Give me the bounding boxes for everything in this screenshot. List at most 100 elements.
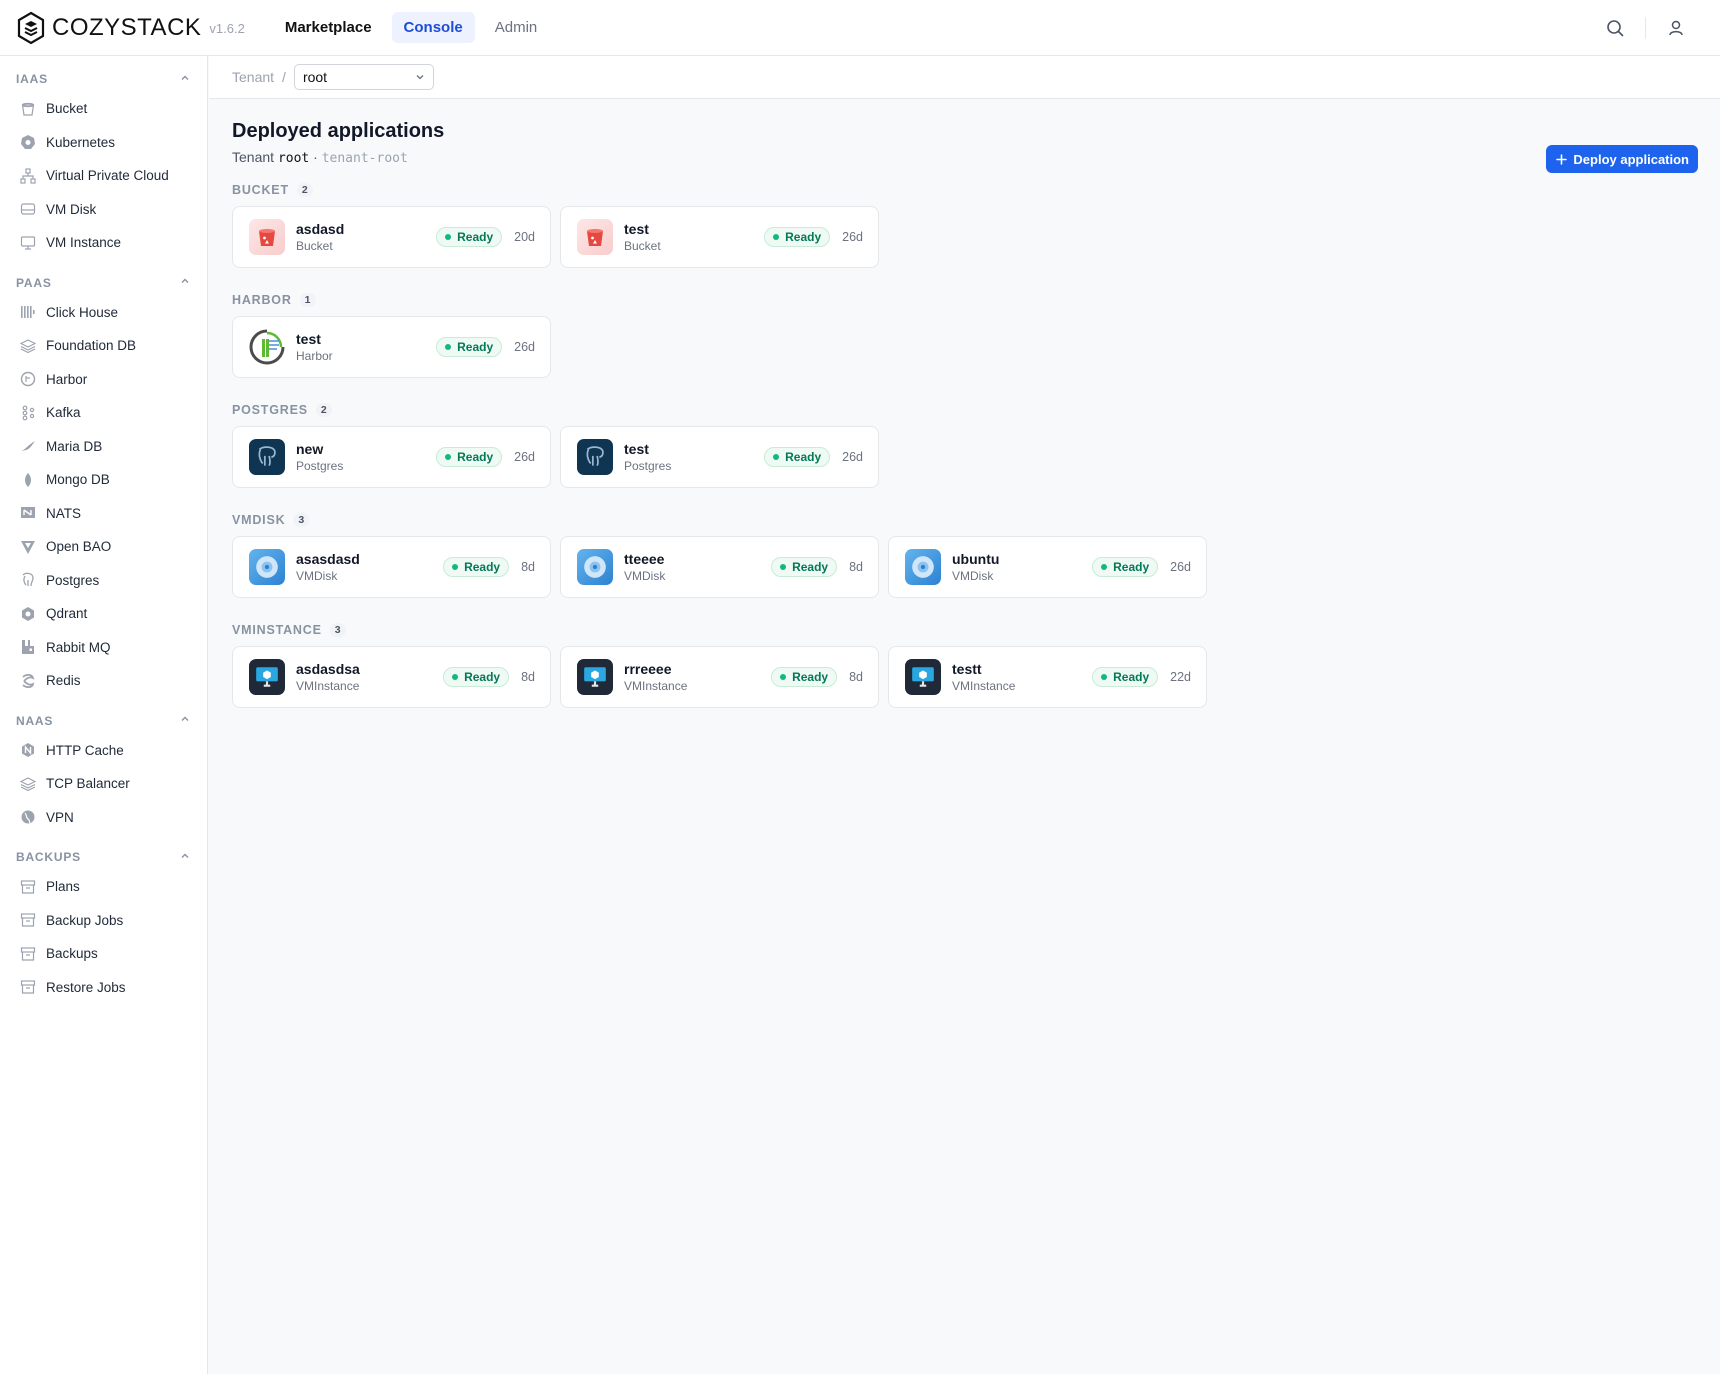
app-card-meta: Ready 26d xyxy=(436,447,535,467)
sidebar-item-backups[interactable]: Backups xyxy=(0,937,207,971)
app-age: 26d xyxy=(842,230,863,244)
deploy-application-button[interactable]: Deploy application xyxy=(1546,145,1698,173)
app-age: 8d xyxy=(849,670,863,684)
sidebar-item-click-house[interactable]: Click House xyxy=(0,296,207,330)
sidebar-item-tcp-balancer[interactable]: TCP Balancer xyxy=(0,767,207,801)
status-badge: Ready xyxy=(436,227,503,247)
sidebar-item-backup-jobs[interactable]: Backup Jobs xyxy=(0,904,207,938)
sidebar-item-kafka[interactable]: Kafka xyxy=(0,396,207,430)
app-card[interactable]: asdasdsa VMInstance Ready 8d xyxy=(232,646,551,708)
vm-disk-app-icon xyxy=(249,549,285,585)
sidebar-item-label: Rabbit MQ xyxy=(46,639,111,655)
sidebar-section-backups[interactable]: BACKUPS xyxy=(0,844,207,870)
status-dot-icon xyxy=(445,454,452,460)
archive-icon xyxy=(20,946,36,962)
search-icon xyxy=(1607,20,1624,37)
sidebar-item-kubernetes[interactable]: Kubernetes xyxy=(0,126,207,160)
top-bar: COZYSTACK v1.6.2 Marketplace Console Adm… xyxy=(0,0,1720,56)
group-header: VMDISK 3 xyxy=(232,512,1207,528)
app-card-meta: Ready 26d xyxy=(1092,557,1191,577)
nav-console[interactable]: Console xyxy=(391,12,475,43)
app-card-text: test Harbor xyxy=(296,331,333,363)
app-card[interactable]: tteeee VMDisk Ready 8d xyxy=(560,536,879,598)
sidebar-item-http-cache[interactable]: HTTP Cache xyxy=(0,734,207,768)
vm-instance-app-icon xyxy=(905,659,941,695)
sidebar-item-mongo-db[interactable]: Mongo DB xyxy=(0,463,207,497)
sidebar-item-redis[interactable]: Redis xyxy=(0,664,207,698)
app-card-list: asasdasd VMDisk Ready 8d tteeee VMDisk Ready 8d… xyxy=(232,536,1207,598)
app-name: testt xyxy=(952,661,982,677)
status-label: Ready xyxy=(1113,670,1150,684)
sidebar-item-vpn[interactable]: VPN xyxy=(0,801,207,835)
breadcrumb: Tenant / root xyxy=(209,56,1720,99)
sidebar-item-vm-instance[interactable]: VM Instance xyxy=(0,226,207,260)
sidebar-item-rabbit-mq[interactable]: Rabbit MQ xyxy=(0,631,207,665)
status-label: Ready xyxy=(457,450,494,464)
app-card[interactable]: ubuntu VMDisk Ready 26d xyxy=(888,536,1207,598)
sidebar-item-postgres[interactable]: Postgres xyxy=(0,564,207,598)
sidebar-item-harbor[interactable]: Harbor xyxy=(0,363,207,397)
status-dot-icon xyxy=(445,234,452,240)
status-badge: Ready xyxy=(764,227,831,247)
sidebar-item-label: Qdrant xyxy=(46,606,88,622)
logo[interactable]: COZYSTACK v1.6.2 xyxy=(16,11,245,45)
app-card[interactable]: test Bucket Ready 26d xyxy=(560,206,879,268)
sidebar-item-bucket[interactable]: Bucket xyxy=(0,92,207,126)
app-name: tteeee xyxy=(624,551,665,567)
sidebar-item-nats[interactable]: NATS xyxy=(0,497,207,531)
vm-instance-app-icon xyxy=(249,659,285,695)
status-dot-icon xyxy=(773,234,780,240)
mariadb-icon xyxy=(20,438,36,454)
app-card-list: asdasd Bucket Ready 20d test Bucket Ready 26d xyxy=(232,206,879,268)
nav-admin[interactable]: Admin xyxy=(483,12,550,43)
app-age: 8d xyxy=(521,670,535,684)
sidebar-item-restore-jobs[interactable]: Restore Jobs xyxy=(0,971,207,1005)
sidebar-item-label: VM Disk xyxy=(46,201,97,217)
sidebar-item-foundation-db[interactable]: Foundation DB xyxy=(0,329,207,363)
sidebar-item-vm-disk[interactable]: VM Disk xyxy=(0,193,207,227)
app-card[interactable]: rrreeee VMInstance Ready 8d xyxy=(560,646,879,708)
sidebar-section-paas[interactable]: PAAS xyxy=(0,270,207,296)
app-name: test xyxy=(624,221,649,237)
status-label: Ready xyxy=(785,450,822,464)
search-button[interactable] xyxy=(1601,14,1629,42)
app-kind: VMInstance xyxy=(624,679,688,693)
user-menu-button[interactable] xyxy=(1662,14,1690,42)
nav-marketplace[interactable]: Marketplace xyxy=(273,12,384,43)
app-card[interactable]: test Postgres Ready 26d xyxy=(560,426,879,488)
app-card-text: new Postgres xyxy=(296,441,343,473)
sidebar-item-maria-db[interactable]: Maria DB xyxy=(0,430,207,464)
status-badge: Ready xyxy=(443,667,510,687)
sidebar-item-label: Maria DB xyxy=(46,438,103,454)
sidebar-item-plans[interactable]: Plans xyxy=(0,870,207,904)
sidebar-item-qdrant[interactable]: Qdrant xyxy=(0,597,207,631)
sidebar-item-label: Backups xyxy=(46,946,98,962)
archive-icon xyxy=(20,879,36,895)
sidebar-item-label: Open BAO xyxy=(46,539,112,555)
breadcrumb-tenant[interactable]: Tenant xyxy=(232,69,274,85)
app-card[interactable]: asdasd Bucket Ready 20d xyxy=(232,206,551,268)
group-count-badge: 1 xyxy=(299,293,316,307)
sidebar-section-title: NAAS xyxy=(16,713,54,728)
group-header: HARBOR 1 xyxy=(232,292,551,308)
group-count-badge: 2 xyxy=(315,403,332,417)
status-dot-icon xyxy=(445,344,452,350)
app-kind: Harbor xyxy=(296,349,333,363)
app-card[interactable]: test Harbor Ready 26d xyxy=(232,316,551,378)
sidebar-section-iaas[interactable]: IAAS xyxy=(0,66,207,92)
app-card[interactable]: testt VMInstance Ready 22d xyxy=(888,646,1207,708)
app-card[interactable]: new Postgres Ready 26d xyxy=(232,426,551,488)
tenant-selector[interactable]: root xyxy=(293,64,434,90)
divider xyxy=(1645,17,1646,39)
sidebar-item-virtual-private-cloud[interactable]: Virtual Private Cloud xyxy=(0,159,207,193)
sidebar-item-label: Postgres xyxy=(46,572,100,588)
app-card[interactable]: asasdasd VMDisk Ready 8d xyxy=(232,536,551,598)
postgres-app-icon xyxy=(249,439,285,475)
app-name: test xyxy=(296,331,321,347)
sidebar-item-open-bao[interactable]: Open BAO xyxy=(0,530,207,564)
chevron-up-icon xyxy=(179,72,191,87)
bucket-icon xyxy=(20,101,36,117)
app-name: asasdasd xyxy=(296,551,360,567)
sidebar-section-naas[interactable]: NAAS xyxy=(0,708,207,734)
sidebar-item-label: Kafka xyxy=(46,405,81,421)
